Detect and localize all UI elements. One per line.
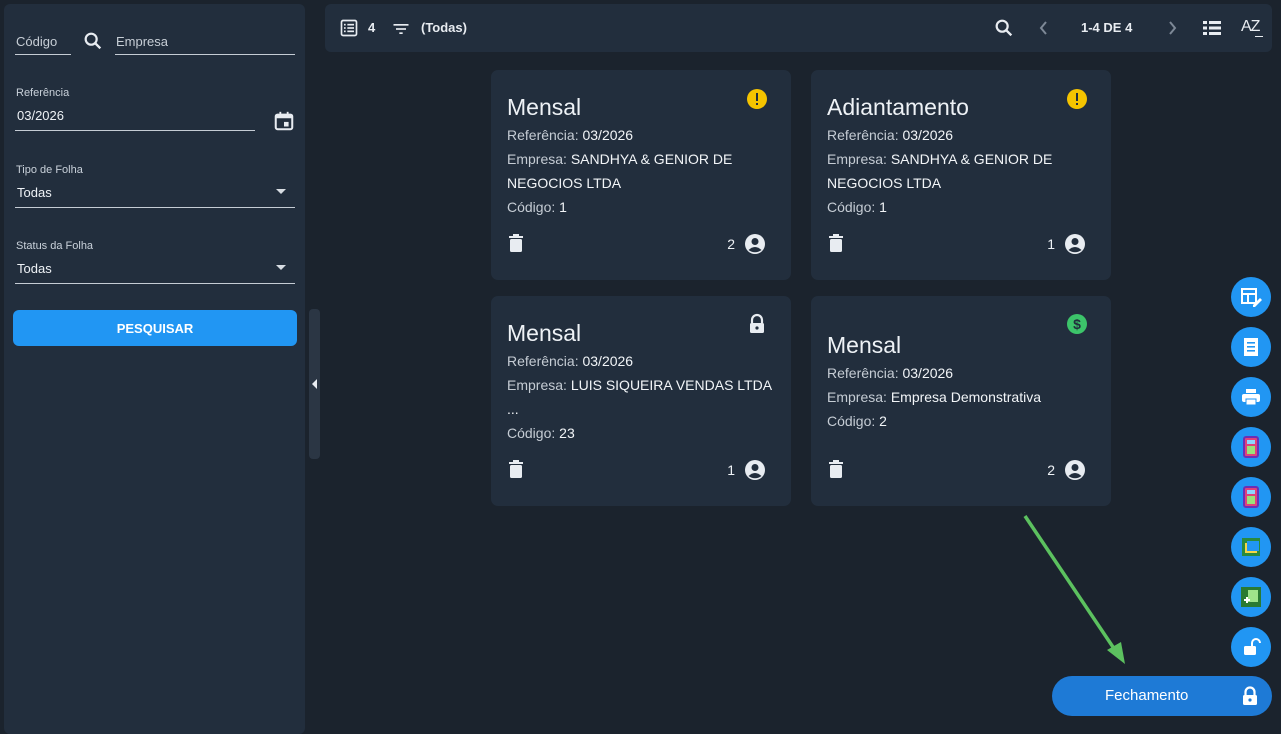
svg-text:$: $: [1073, 316, 1081, 332]
referencia-input[interactable]: 03/2026: [17, 108, 64, 123]
employee-count: 1: [727, 462, 735, 478]
employee-count: 2: [727, 236, 735, 252]
fechamento-button[interactable]: Fechamento: [1052, 676, 1272, 716]
export-button[interactable]: [1231, 527, 1271, 567]
search-icon[interactable]: [82, 30, 104, 52]
card-title: Mensal: [827, 332, 902, 358]
fechamento-label: Fechamento: [1105, 687, 1189, 704]
chevron-right-icon[interactable]: [1164, 19, 1180, 37]
export-icon: [1242, 538, 1260, 556]
calculator-alt-button[interactable]: [1231, 477, 1271, 517]
codigo-label: Código:: [827, 413, 876, 429]
codigo-label: Código:: [507, 199, 556, 215]
lock-icon: [1243, 686, 1257, 705]
folha-card[interactable]: Mensal $ Referência: 03/2026 Empresa: Em…: [811, 296, 1111, 506]
folha-card[interactable]: Adiantamento Referência: 03/2026 Empresa…: [811, 70, 1111, 280]
printer-icon: [1242, 389, 1260, 406]
calculator-button[interactable]: [1231, 427, 1271, 467]
receipt-icon: [1244, 338, 1258, 356]
ref-value: 03/2026: [902, 127, 954, 143]
dollar-icon: $: [1067, 314, 1087, 334]
chevron-down-icon[interactable]: [276, 265, 286, 270]
record-count: 4: [368, 20, 376, 35]
ref-label: Referência:: [827, 127, 899, 143]
view-list-icon[interactable]: [1201, 18, 1223, 38]
unlock-icon: [1244, 638, 1261, 655]
filter-status-text: (Todas): [421, 20, 467, 35]
empresa-label: Empresa:: [507, 151, 567, 167]
lock-icon: [750, 313, 764, 333]
codigo-label: Código:: [827, 199, 876, 215]
card-title: Adiantamento: [827, 94, 969, 120]
search-icon[interactable]: [993, 17, 1015, 39]
trash-icon[interactable]: [508, 234, 524, 254]
card-title: Mensal: [507, 320, 582, 346]
folha-card[interactable]: Mensal Referência: 03/2026 Empresa: SAND…: [491, 70, 791, 280]
toolbar: 4 (Todas) 1-4 DE 4 AZ: [325, 4, 1272, 52]
trash-icon[interactable]: [508, 460, 524, 480]
account-circle-icon: [745, 234, 765, 254]
chevron-down-icon[interactable]: [276, 189, 286, 194]
tipo-folha-label: Tipo de Folha: [16, 164, 83, 176]
ref-value: 03/2026: [902, 365, 954, 381]
account-circle-icon: [745, 460, 765, 480]
add-document-icon: [1241, 587, 1261, 607]
codigo-label: Código:: [507, 425, 556, 441]
employee-count: 2: [1047, 462, 1055, 478]
card-title: Mensal: [507, 94, 582, 120]
filter-sidebar: Código Empresa Referência 03/2026 Tipo d…: [4, 4, 305, 734]
ref-value: 03/2026: [582, 127, 634, 143]
warning-icon: [747, 89, 767, 109]
sort-az-icon[interactable]: AZ: [1241, 18, 1260, 36]
codigo-value: 23: [559, 425, 575, 441]
codigo-value: 2: [879, 413, 887, 429]
account-circle-icon: [1065, 234, 1085, 254]
referencia-label: Referência: [16, 87, 70, 99]
unlock-button[interactable]: [1231, 627, 1271, 667]
empresa-input[interactable]: Empresa: [116, 34, 168, 49]
tipo-folha-select[interactable]: Todas: [17, 185, 52, 200]
ref-label: Referência:: [507, 127, 579, 143]
chevron-left-icon: [312, 379, 317, 389]
collapse-sidebar-handle[interactable]: [309, 309, 320, 459]
calculator-icon: [1243, 486, 1259, 508]
status-folha-select[interactable]: Todas: [17, 261, 52, 276]
empresa-label: Empresa:: [507, 377, 567, 393]
calendar-icon[interactable]: [273, 110, 295, 132]
ref-label: Referência:: [827, 365, 899, 381]
calculator-icon: [1243, 436, 1259, 458]
add-document-button[interactable]: [1231, 577, 1271, 617]
empresa-label: Empresa:: [827, 389, 887, 405]
warning-icon: [1067, 89, 1087, 109]
codigo-value: 1: [559, 199, 567, 215]
print-button[interactable]: [1231, 377, 1271, 417]
pesquisar-button[interactable]: PESQUISAR: [13, 310, 297, 346]
list-icon: [340, 19, 358, 37]
employee-count: 1: [1047, 236, 1055, 252]
pagination-label: 1-4 DE 4: [1081, 20, 1133, 35]
edit-table-button[interactable]: [1231, 277, 1271, 317]
account-circle-icon: [1065, 460, 1085, 480]
codigo-value: 1: [879, 199, 887, 215]
folha-card[interactable]: Mensal Referência: 03/2026 Empresa: LUIS…: [491, 296, 791, 506]
trash-icon[interactable]: [828, 234, 844, 254]
trash-icon[interactable]: [828, 460, 844, 480]
receipt-button[interactable]: [1231, 327, 1271, 367]
edit-table-icon: [1241, 288, 1262, 307]
codigo-input[interactable]: Código: [16, 34, 57, 49]
filter-icon[interactable]: [391, 19, 411, 39]
chevron-left-icon[interactable]: [1036, 19, 1052, 37]
ref-label: Referência:: [507, 353, 579, 369]
empresa-value: Empresa Demonstrativa: [890, 389, 1041, 405]
status-folha-label: Status da Folha: [16, 240, 94, 252]
empresa-label: Empresa:: [827, 151, 887, 167]
ref-value: 03/2026: [582, 353, 634, 369]
arrow-annotation: [1023, 515, 1125, 664]
